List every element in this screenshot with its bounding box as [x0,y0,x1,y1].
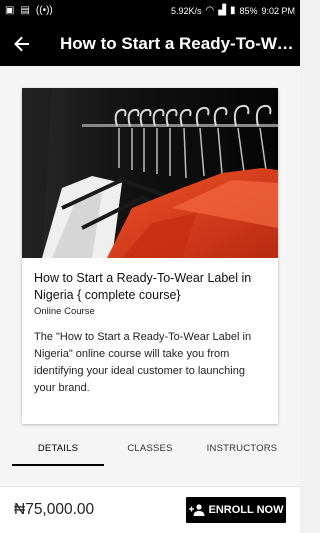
back-button[interactable] [0,22,44,66]
add-person-icon [188,504,205,516]
network-speed: 5.92K/s [170,6,202,16]
page-title: How to Start a Ready-To-Wear Label in Ni… [60,34,300,53]
course-card[interactable]: How to Start a Ready-To-Wear Label in Ni… [22,88,278,424]
app-bar: How to Start a Ready-To-Wear Label in Ni… [0,22,300,66]
tab-details[interactable]: DETAILS [12,430,104,466]
course-price: ₦75,000.00 [14,501,95,518]
course-category: Online Course [34,306,95,317]
clock: 9:02 PM [261,6,295,16]
course-description: The "How to Start a Ready-To-Wear Label … [34,331,252,394]
signal-icon: ▟ [218,5,226,16]
battery-percent: 85% [239,6,258,16]
wifi-icon: ◠ [205,5,215,16]
enroll-label: ENROLL NOW [208,504,284,516]
bottom-bar: ₦75,000.00 ENROLL NOW [0,486,300,533]
image-notification-icon: ▤ [20,5,30,16]
course-title: How to Start a Ready-To-Wear Label in Ni… [34,271,252,302]
notification-icon: ▣ [5,5,15,16]
tab-instructors[interactable]: INSTRUCTORS [196,430,288,466]
main-content: How to Start a Ready-To-Wear Label in Ni… [0,66,300,486]
status-bar: ▣ ▤ ((•)) 5.92K/s ◠ ▟ ▮ 85% 9:02 PM [0,0,300,22]
back-arrow-icon [14,36,29,52]
course-tabs: DETAILS CLASSES INSTRUCTORS [12,430,288,466]
battery-icon: ▮ [229,5,236,16]
tab-classes[interactable]: CLASSES [104,430,196,466]
course-image [22,88,278,258]
hotspot-icon: ((•)) [35,5,53,16]
enroll-button[interactable]: ENROLL NOW [186,497,286,523]
